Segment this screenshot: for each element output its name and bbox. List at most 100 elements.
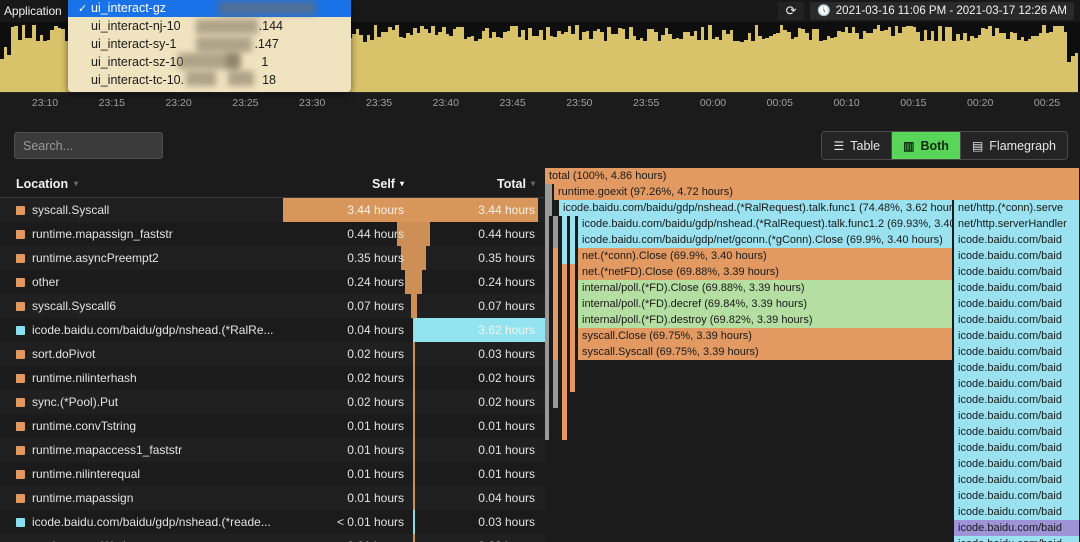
flamegraph-block[interactable]	[553, 312, 559, 328]
flamegraph-block[interactable]: total (100%, 4.86 hours)	[545, 168, 1080, 184]
table-row[interactable]: syscall.Syscall6 0.07 hours 0.07 hours	[0, 294, 545, 318]
table-row[interactable]: syscall.Syscall 3.44 hours 3.44 hours	[0, 198, 545, 222]
flamegraph-block[interactable]	[562, 424, 568, 440]
flamegraph-block[interactable]	[562, 376, 568, 392]
flamegraph-block[interactable]	[570, 232, 576, 248]
flamegraph-block[interactable]: runtime.goexit (97.26%, 4.72 hours)	[554, 184, 1080, 200]
flamegraph-block[interactable]	[553, 280, 559, 296]
flamegraph-block[interactable]	[562, 392, 568, 408]
view-mode-button-both[interactable]: ▥ Both	[892, 132, 961, 159]
flamegraph-block[interactable]: syscall.Close (69.75%, 3.39 hours)	[578, 328, 953, 344]
flamegraph-block[interactable]	[570, 376, 576, 392]
flamegraph-block[interactable]: icode.baidu.com/baid	[954, 472, 1080, 488]
table-row[interactable]: runtime.nilinterhash 0.02 hours 0.02 hours	[0, 366, 545, 390]
column-header-self[interactable]: Self ▾	[283, 177, 414, 191]
flamegraph-block[interactable]: net.(*netFD).Close (69.88%, 3.39 hours)	[578, 264, 953, 280]
table-row[interactable]: runtime.nilinterequal 0.01 hours 0.01 hour…	[0, 462, 545, 486]
search-input[interactable]	[14, 132, 163, 159]
flamegraph-block[interactable]	[553, 376, 559, 392]
flamegraph-block[interactable]	[545, 328, 550, 344]
flamegraph-block[interactable]: net/http.(*conn).serve	[954, 200, 1080, 216]
flamegraph-block[interactable]	[553, 360, 559, 376]
table-row[interactable]: other 0.24 hours 0.24 hours	[0, 270, 545, 294]
table-row[interactable]: runtime.asyncPreempt2 0.35 hours 0.35 hour…	[0, 246, 545, 270]
flamegraph-block[interactable]	[545, 232, 550, 248]
flamegraph-block[interactable]: icode.baidu.com/baid	[954, 488, 1080, 504]
flamegraph-block[interactable]	[545, 312, 550, 328]
flamegraph-block[interactable]: internal/poll.(*FD).Close (69.88%, 3.39 …	[578, 280, 953, 296]
flamegraph-block[interactable]	[562, 344, 568, 360]
table-row[interactable]: runtime.convTstring 0.01 hours 0.01 hours	[0, 414, 545, 438]
flamegraph-block[interactable]: icode.baidu.com/baid	[954, 456, 1080, 472]
application-selector-label[interactable]: Application	[0, 4, 62, 18]
flamegraph-block[interactable]	[570, 280, 576, 296]
flamegraph-block[interactable]	[553, 344, 559, 360]
table-row[interactable]: runtime.growWork< 0.01 hours0.02 hours	[0, 534, 545, 542]
table-row[interactable]: sort.doPivot 0.02 hours 0.03 hours	[0, 342, 545, 366]
flamegraph-block[interactable]: internal/poll.(*FD).destroy (69.82%, 3.3…	[578, 312, 953, 328]
flamegraph-block[interactable]: icode.baidu.com/baid	[954, 360, 1080, 376]
flamegraph-block[interactable]	[562, 296, 568, 312]
flamegraph-block[interactable]	[562, 232, 568, 248]
flamegraph-block[interactable]: icode.baidu.com/baid	[954, 328, 1080, 344]
flamegraph-block[interactable]	[570, 216, 576, 232]
dropdown-item[interactable]: ui_interact-nj-10 .144	[68, 17, 351, 35]
column-header-location[interactable]: Location ▾	[0, 177, 283, 191]
column-header-total[interactable]: Total ▾	[414, 177, 545, 191]
flamegraph-block[interactable]: icode.baidu.com/baidu/gdp/nshead.(*RalRe…	[559, 200, 953, 216]
table-row[interactable]: sync.(*Pool).Put 0.02 hours 0.02 hours	[0, 390, 545, 414]
flamegraph-block[interactable]: icode.baidu.com/baid	[954, 504, 1080, 520]
flamegraph-block[interactable]: icode.baidu.com/baid	[954, 392, 1080, 408]
dropdown-item[interactable]: ui_interact-tc-10. 18	[68, 71, 351, 89]
flamegraph-block[interactable]	[545, 264, 550, 280]
table-row[interactable]: runtime.mapaccess1_faststr 0.01 hours 0.01…	[0, 438, 545, 462]
flamegraph-block[interactable]	[570, 312, 576, 328]
flamegraph-block[interactable]	[570, 360, 576, 376]
table-row[interactable]: icode.baidu.com/baidu/gdp/nshead.(*reade…	[0, 510, 545, 534]
flamegraph[interactable]: total (100%, 4.86 hours) runtime.goexit (…	[545, 168, 1080, 542]
flamegraph-block[interactable]	[553, 264, 559, 280]
view-mode-button-table[interactable]: ☰ Table	[822, 132, 893, 159]
flamegraph-block[interactable]	[545, 184, 553, 200]
flamegraph-block[interactable]: net/http.serverHandler	[954, 216, 1080, 232]
flamegraph-block[interactable]: icode.baidu.com/baid	[954, 312, 1080, 328]
flamegraph-block[interactable]	[553, 392, 559, 408]
flamegraph-block[interactable]: net.(*conn).Close (69.9%, 3.40 hours)	[578, 248, 953, 264]
flamegraph-block[interactable]	[553, 328, 559, 344]
flamegraph-block[interactable]	[570, 296, 576, 312]
flamegraph-block[interactable]	[570, 248, 576, 264]
flamegraph-block[interactable]	[553, 216, 559, 232]
flamegraph-block[interactable]: icode.baidu.com/baid	[954, 440, 1080, 456]
flamegraph-block[interactable]	[545, 296, 550, 312]
flamegraph-block[interactable]: icode.baidu.com/baid	[954, 232, 1080, 248]
flamegraph-block[interactable]: icode.baidu.com/baid	[954, 344, 1080, 360]
flamegraph-block[interactable]	[562, 264, 568, 280]
flamegraph-block[interactable]	[562, 360, 568, 376]
flamegraph-block[interactable]: icode.baidu.com/baid	[954, 280, 1080, 296]
flamegraph-block[interactable]	[545, 376, 550, 392]
refresh-icon[interactable]: ⟳	[778, 2, 805, 20]
flamegraph-block[interactable]	[562, 216, 568, 232]
flamegraph-block[interactable]	[545, 280, 550, 296]
flamegraph-block[interactable]	[545, 344, 550, 360]
application-dropdown-menu[interactable]: ✓ ui_interact-gz ui_interact-nj-10.144 ui_i…	[68, 0, 351, 92]
flamegraph-block[interactable]: icode.baidu.com/baid	[954, 424, 1080, 440]
table-row[interactable]: runtime.mapassign_faststr 0.44 hours 0.44 …	[0, 222, 545, 246]
flamegraph-block[interactable]	[570, 264, 576, 280]
flamegraph-block[interactable]	[545, 200, 553, 216]
flamegraph-block[interactable]: icode.baidu.com/baid	[954, 408, 1080, 424]
flamegraph-block[interactable]: icode.baidu.com/baid	[954, 520, 1080, 536]
flamegraph-block[interactable]: icode.baidu.com/baidu/gdp/nshead.(*RalRe…	[578, 216, 953, 232]
flamegraph-block[interactable]	[570, 328, 576, 344]
flamegraph-block[interactable]	[553, 248, 559, 264]
flamegraph-block[interactable]	[570, 344, 576, 360]
dropdown-item[interactable]: ui_interact-sz-10 1	[68, 53, 351, 71]
flamegraph-block[interactable]	[545, 424, 550, 440]
flamegraph-block[interactable]: icode.baidu.com/baid	[954, 248, 1080, 264]
flamegraph-block[interactable]	[545, 392, 550, 408]
flamegraph-block[interactable]	[562, 312, 568, 328]
flamegraph-block[interactable]	[562, 280, 568, 296]
flamegraph-block[interactable]: internal/poll.(*FD).decref (69.84%, 3.39…	[578, 296, 953, 312]
flamegraph-block[interactable]	[562, 248, 568, 264]
flamegraph-block[interactable]	[545, 248, 550, 264]
